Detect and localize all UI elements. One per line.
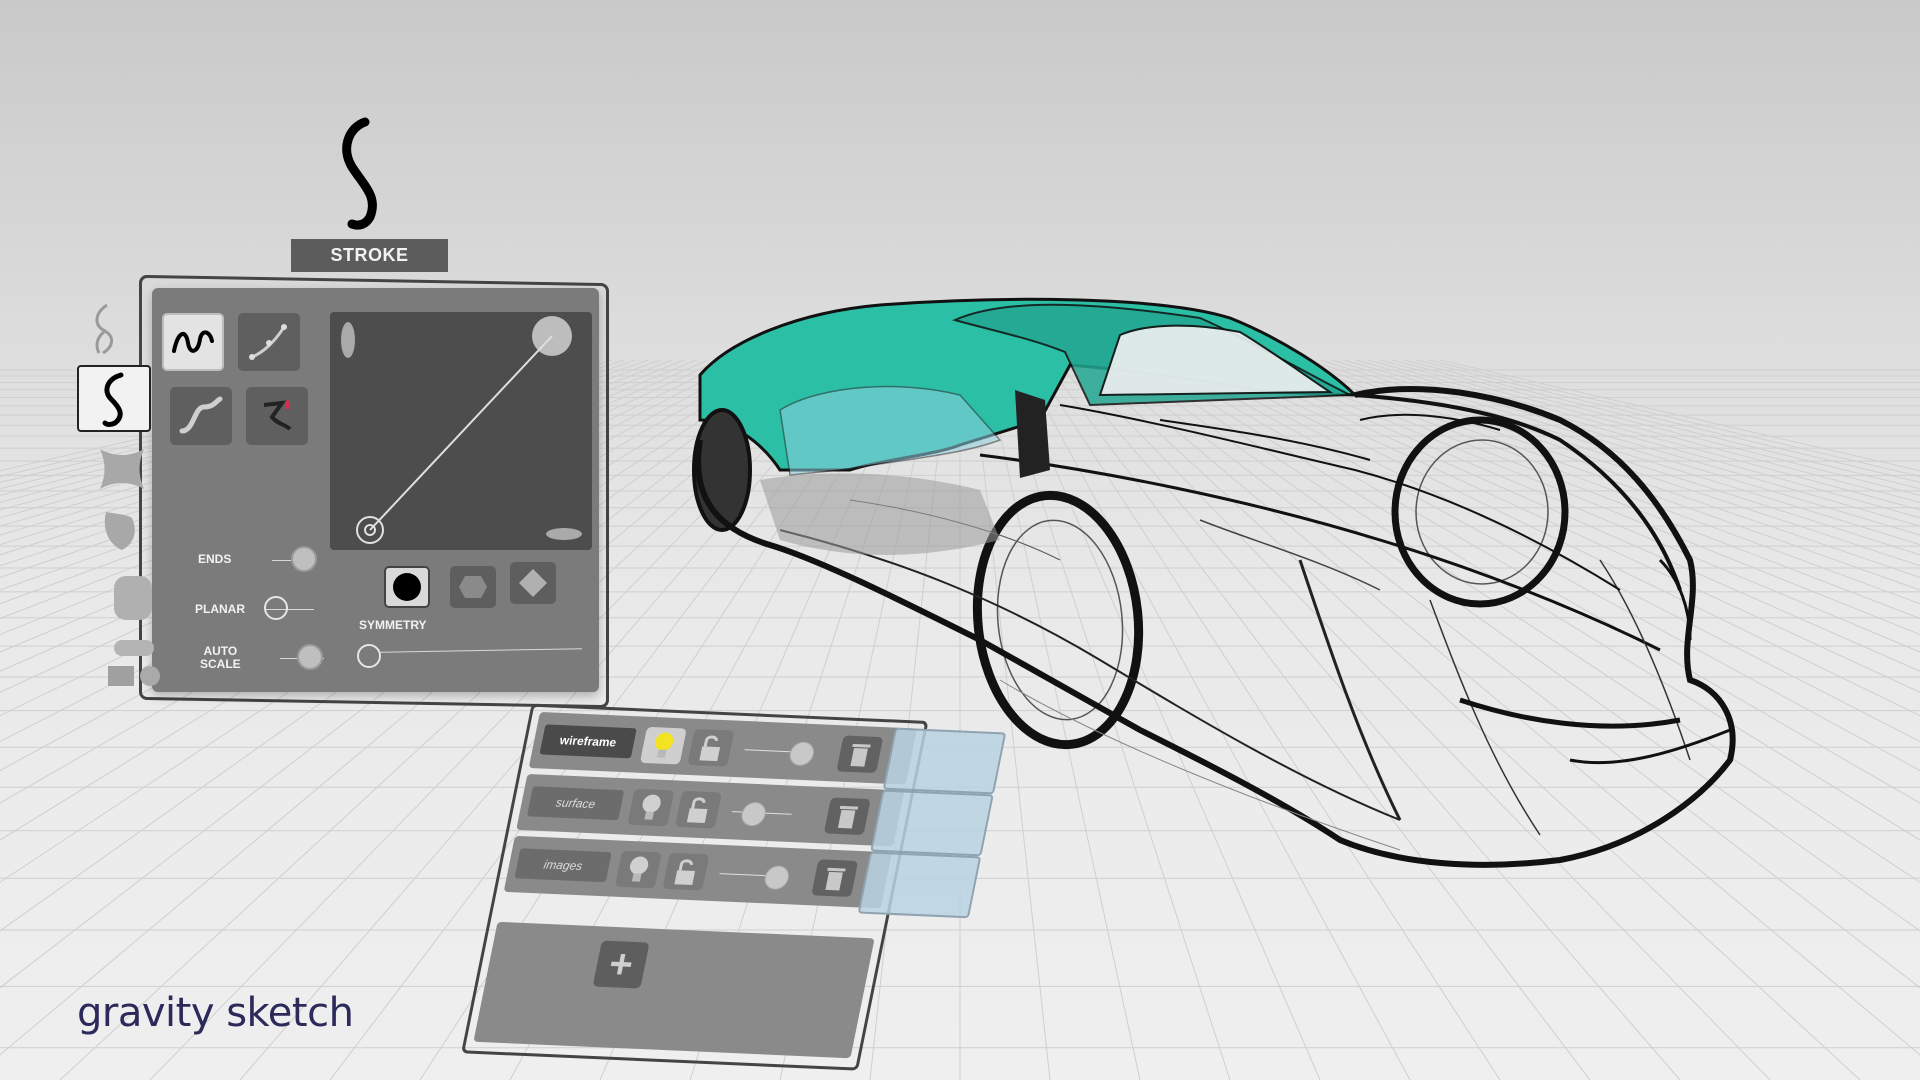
layer-delete-button[interactable]	[823, 797, 871, 836]
surface-tool-icon	[100, 449, 144, 489]
side-mirror	[1015, 390, 1050, 478]
stroke-icon	[102, 372, 124, 427]
symmetry-off-button[interactable]	[384, 566, 430, 608]
pressure-curve-graph[interactable]	[330, 312, 592, 550]
tool-ribbon[interactable]	[82, 300, 128, 358]
symmetry-dot-icon	[393, 573, 421, 601]
ribbon-tool-icon	[95, 303, 113, 355]
layer-preview-card[interactable]	[857, 851, 982, 919]
diamond-icon	[519, 569, 547, 597]
auto-scale-slider-knob[interactable]	[297, 644, 323, 670]
auto-scale-label: AUTO SCALE	[200, 644, 241, 671]
trash-icon	[837, 805, 859, 829]
graph-top-left-handle	[341, 322, 355, 358]
front-right-wheel	[1391, 416, 1569, 608]
layers-panel: wireframe surface images +	[461, 703, 1007, 1071]
car-shadow	[760, 473, 1000, 555]
layer-lock-toggle[interactable]	[674, 790, 722, 829]
symmetry-plane-button[interactable]	[450, 566, 496, 608]
stroke-panel-title: STROKE	[291, 239, 448, 272]
add-layer-button[interactable]: +	[592, 940, 650, 989]
ruled-stroke-icon	[263, 400, 292, 431]
freehand-icon	[172, 330, 214, 353]
trash-icon	[825, 867, 846, 891]
bezier-curve-icon	[249, 324, 287, 360]
hexagon-icon	[459, 576, 487, 598]
brush-curve-button[interactable]	[238, 313, 300, 371]
layer-name[interactable]: images	[514, 848, 612, 883]
tool-surface[interactable]	[92, 443, 152, 493]
layer-name[interactable]: surface	[526, 786, 625, 821]
symmetry-point-button[interactable]	[510, 562, 556, 604]
brush-freehand-button[interactable]	[162, 313, 224, 371]
layer-preview-card[interactable]	[882, 727, 1007, 795]
layer-delete-button[interactable]	[811, 859, 859, 898]
lightbulb-off-icon	[629, 856, 649, 882]
layer-lock-toggle[interactable]	[662, 852, 710, 891]
layer-add-row: +	[473, 921, 875, 1059]
lightbulb-on-icon	[655, 732, 674, 758]
unlock-icon	[699, 735, 721, 762]
brush-smooth-button[interactable]	[170, 387, 232, 445]
layer-opacity-knob[interactable]	[762, 865, 792, 891]
tool-primitives[interactable]	[104, 636, 164, 692]
symmetry-slider-knob[interactable]	[357, 644, 381, 668]
tool-stroke[interactable]	[77, 365, 151, 432]
primitives-tool-icon	[108, 640, 160, 686]
unlock-icon	[686, 797, 708, 824]
planar-label: PLANAR	[195, 602, 245, 616]
layer-visibility-toggle[interactable]	[639, 726, 687, 765]
graph-bottom-right-handle	[546, 528, 582, 540]
stroke-tool-icon	[342, 117, 377, 230]
tool-revolve[interactable]	[96, 504, 142, 554]
layer-visibility-toggle[interactable]	[614, 850, 662, 889]
layer-opacity-knob[interactable]	[739, 801, 768, 827]
trash-icon	[850, 743, 871, 767]
volume-tool-icon	[114, 576, 152, 620]
layer-delete-button[interactable]	[836, 735, 884, 774]
layer-lock-toggle[interactable]	[687, 728, 735, 767]
layer-name[interactable]: wireframe	[539, 724, 637, 759]
layer-opacity-knob[interactable]	[787, 741, 817, 767]
rear-wheel	[692, 408, 752, 532]
smooth-stroke-icon	[179, 396, 223, 434]
tool-volume[interactable]	[110, 572, 156, 624]
layer-preview-card[interactable]	[870, 789, 994, 857]
ends-label: ENDS	[198, 552, 232, 566]
planar-toggle-knob[interactable]	[264, 596, 288, 620]
gravity-sketch-logo: gravity sketch	[77, 990, 354, 1036]
ends-slider-knob[interactable]	[291, 546, 317, 572]
symmetry-label: SYMMETRY	[359, 618, 427, 632]
lightbulb-off-icon	[642, 794, 661, 820]
revolve-tool-icon	[104, 512, 135, 550]
brush-ruled-button[interactable]	[246, 387, 308, 445]
layer-visibility-toggle[interactable]	[627, 788, 675, 827]
unlock-icon	[674, 859, 696, 885]
